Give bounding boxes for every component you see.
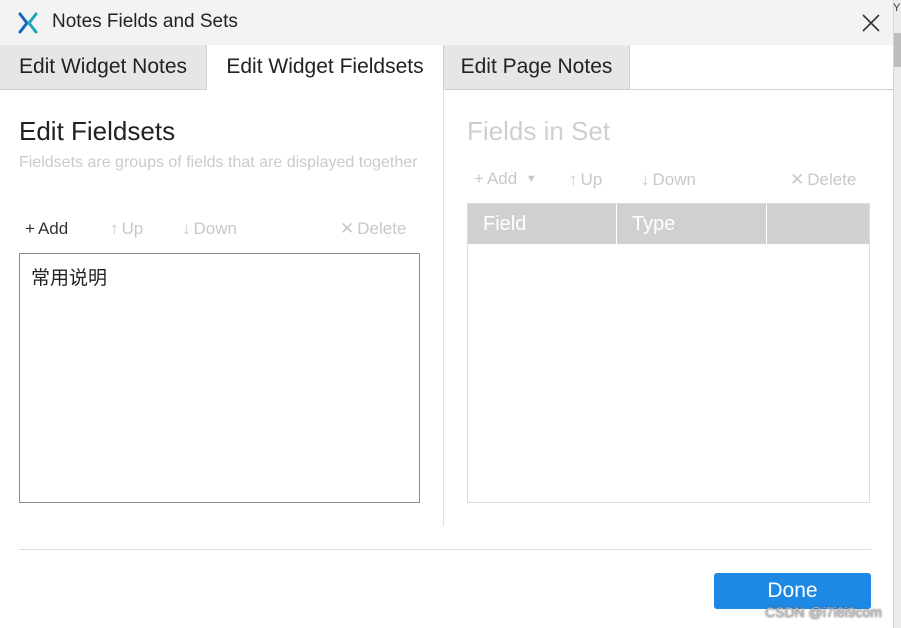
down-label: Down [193, 219, 237, 238]
add-label: Add [37, 219, 69, 238]
panel-divider [443, 90, 444, 526]
watermark: CSDN @i7i8i9com [765, 604, 882, 620]
arrow-down-icon: ↓ [182, 219, 191, 238]
column-header-type[interactable]: Type [617, 204, 767, 244]
arrow-up-icon: ↑ [110, 219, 119, 238]
add-field-button[interactable]: + Add ▼ [474, 169, 540, 189]
x-icon: ✕ [340, 219, 355, 238]
caret-down-icon: ▼ [525, 173, 537, 185]
delete-label: Delete [807, 170, 857, 189]
fieldset-list[interactable]: 常用说明 [19, 253, 420, 503]
fields-grid[interactable]: Field Type [467, 203, 870, 503]
background-window-edge [893, 0, 901, 628]
background-window-glyph: Y [893, 2, 901, 14]
scrollbar-thumb[interactable] [894, 33, 901, 67]
move-down-field-button[interactable]: ↓ Down [641, 170, 696, 190]
x-icon: ✕ [790, 170, 805, 189]
add-fieldset-button[interactable]: + Add [25, 219, 68, 239]
tab-edit-page-notes[interactable]: Edit Page Notes [444, 45, 630, 89]
up-label: Up [121, 219, 144, 238]
plus-icon: + [25, 219, 35, 238]
column-header-extra[interactable] [767, 204, 869, 244]
title-bar: Notes Fields and Sets [0, 0, 893, 45]
grid-header: Field Type [468, 204, 869, 244]
window-title: Notes Fields and Sets [52, 11, 238, 32]
arrow-down-icon: ↓ [641, 170, 650, 189]
close-icon[interactable] [860, 12, 882, 34]
up-label: Up [580, 170, 603, 189]
list-item[interactable]: 常用说明 [31, 263, 107, 290]
delete-fieldset-button[interactable]: ✕ Delete [340, 219, 406, 239]
arrow-up-icon: ↑ [569, 170, 578, 189]
down-label: Down [652, 170, 696, 189]
column-header-field[interactable]: Field [468, 204, 617, 244]
add-label: Add [486, 169, 518, 188]
plus-icon: + [474, 169, 484, 188]
move-up-field-button[interactable]: ↑ Up [569, 170, 602, 190]
tab-edit-widget-notes[interactable]: Edit Widget Notes [0, 45, 207, 89]
delete-field-button[interactable]: ✕ Delete [790, 170, 856, 190]
app-logo-icon [18, 12, 38, 34]
tab-bar: Edit Widget Notes Edit Widget Fieldsets … [0, 45, 893, 90]
fields-in-set-heading: Fields in Set [467, 116, 611, 146]
footer-divider [19, 549, 871, 550]
edit-fieldsets-heading: Edit Fieldsets [19, 116, 176, 146]
move-up-fieldset-button[interactable]: ↑ Up [110, 219, 143, 239]
move-down-fieldset-button[interactable]: ↓ Down [182, 219, 237, 239]
fieldsets-description: Fieldsets are groups of fields that are … [19, 154, 418, 171]
tab-edit-widget-fieldsets[interactable]: Edit Widget Fieldsets [206, 45, 444, 90]
delete-label: Delete [357, 219, 407, 238]
